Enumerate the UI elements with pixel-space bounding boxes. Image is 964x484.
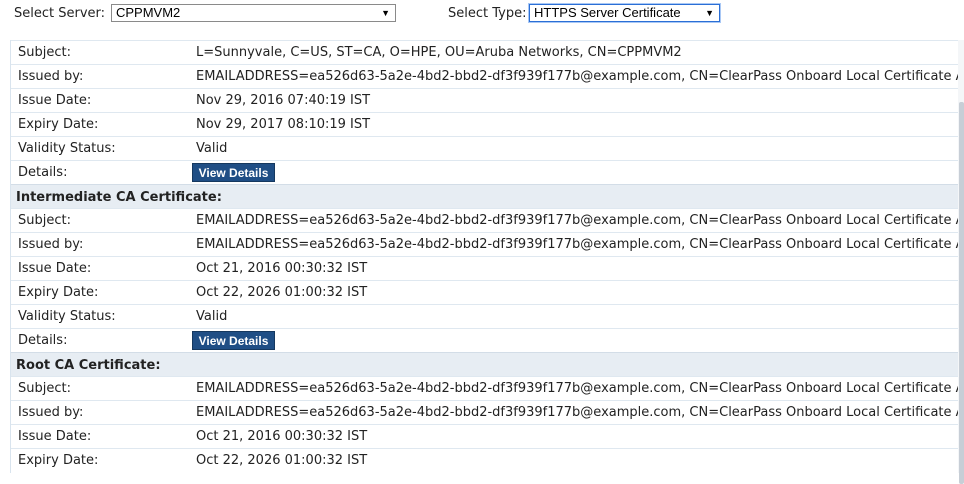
field-value: Oct 21, 2016 00:30:32 IST xyxy=(196,429,368,444)
field-label: Issue Date: xyxy=(18,261,92,276)
field-label: Expiry Date: xyxy=(18,285,99,300)
chevron-down-icon: ▼ xyxy=(381,8,390,18)
field-value: L=Sunnyvale, C=US, ST=CA, O=HPE, OU=Arub… xyxy=(196,45,682,60)
field-label: Subject: xyxy=(18,213,71,228)
chevron-down-icon: ▼ xyxy=(705,8,714,18)
field-label: Details: xyxy=(18,333,68,348)
field-value: Oct 22, 2026 01:00:32 IST xyxy=(196,285,368,300)
table-row: Issued by: EMAILADDRESS=ea526d63-5a2e-4b… xyxy=(11,400,964,424)
server-select[interactable]: CPPMVM2 ▼ xyxy=(111,4,396,22)
section-header: Root CA Certificate: xyxy=(11,352,964,376)
table-row: Issued by: EMAILADDRESS=ea526d63-5a2e-4b… xyxy=(11,64,964,88)
table-row: Expiry Date: Nov 29, 2017 08:10:19 IST xyxy=(11,112,964,136)
field-label: Issued by: xyxy=(18,405,84,420)
field-label: Details: xyxy=(18,165,68,180)
table-row: Issued by: EMAILADDRESS=ea526d63-5a2e-4b… xyxy=(11,232,964,256)
view-details-button[interactable]: View Details xyxy=(192,331,275,350)
field-label: Expiry Date: xyxy=(18,453,99,468)
server-select-value: CPPMVM2 xyxy=(116,5,181,20)
table-row: Details: View Details xyxy=(11,328,964,352)
field-label: Issue Date: xyxy=(18,429,92,444)
field-label: Subject: xyxy=(18,381,71,396)
section-title: Intermediate CA Certificate: xyxy=(16,190,222,205)
field-value: Valid xyxy=(196,309,228,324)
table-row: Issue Date: Oct 21, 2016 00:30:32 IST xyxy=(11,424,964,448)
table-row: Expiry Date: Oct 22, 2026 01:00:32 IST xyxy=(11,448,964,472)
field-value: Oct 21, 2016 00:30:32 IST xyxy=(196,261,368,276)
field-label: Expiry Date: xyxy=(18,117,99,132)
view-details-button[interactable]: View Details xyxy=(192,163,275,182)
field-label: Validity Status: xyxy=(18,309,116,324)
field-value: EMAILADDRESS=ea526d63-5a2e-4bd2-bbd2-df3… xyxy=(196,213,964,228)
type-select[interactable]: HTTPS Server Certificate ▼ xyxy=(529,4,720,22)
table-row: Expiry Date: Oct 22, 2026 01:00:32 IST xyxy=(11,280,964,304)
vertical-scrollbar[interactable] xyxy=(958,40,964,484)
field-value: Nov 29, 2017 08:10:19 IST xyxy=(196,117,371,132)
field-label: Issued by: xyxy=(18,69,84,84)
table-row: Subject: EMAILADDRESS=ea526d63-5a2e-4bd2… xyxy=(11,208,964,232)
section-title: Root CA Certificate: xyxy=(16,358,161,373)
table-row: Details: View Details xyxy=(11,160,964,184)
field-value: EMAILADDRESS=ea526d63-5a2e-4bd2-bbd2-df3… xyxy=(196,381,964,396)
section-header: Intermediate CA Certificate: xyxy=(11,184,964,208)
table-row: Issue Date: Oct 21, 2016 00:30:32 IST xyxy=(11,256,964,280)
field-label: Subject: xyxy=(18,45,71,60)
table-row: Subject: L=Sunnyvale, C=US, ST=CA, O=HPE… xyxy=(11,40,964,64)
field-value: Oct 22, 2026 01:00:32 IST xyxy=(196,453,368,468)
field-label: Issue Date: xyxy=(18,93,92,108)
field-label: Issued by: xyxy=(18,237,84,252)
select-type-label: Select Type: xyxy=(448,6,527,21)
type-select-value: HTTPS Server Certificate xyxy=(534,5,681,20)
table-row: Validity Status: Valid xyxy=(11,136,964,160)
field-label: Validity Status: xyxy=(18,141,116,156)
field-value: EMAILADDRESS=ea526d63-5a2e-4bd2-bbd2-df3… xyxy=(196,69,964,84)
scrollbar-thumb[interactable] xyxy=(959,102,964,484)
field-value: EMAILADDRESS=ea526d63-5a2e-4bd2-bbd2-df3… xyxy=(196,237,964,252)
field-value: Valid xyxy=(196,141,228,156)
table-row: Issue Date: Nov 29, 2016 07:40:19 IST xyxy=(11,88,964,112)
filter-bar: Select Server: CPPMVM2 ▼ Select Type: HT… xyxy=(0,0,964,30)
field-value: Nov 29, 2016 07:40:19 IST xyxy=(196,93,371,108)
field-value: EMAILADDRESS=ea526d63-5a2e-4bd2-bbd2-df3… xyxy=(196,405,964,420)
table-row: Subject: EMAILADDRESS=ea526d63-5a2e-4bd2… xyxy=(11,376,964,400)
certificate-details-panel: Subject: L=Sunnyvale, C=US, ST=CA, O=HPE… xyxy=(10,40,964,473)
table-row: Validity Status: Valid xyxy=(11,304,964,328)
select-server-label: Select Server: xyxy=(14,6,106,21)
